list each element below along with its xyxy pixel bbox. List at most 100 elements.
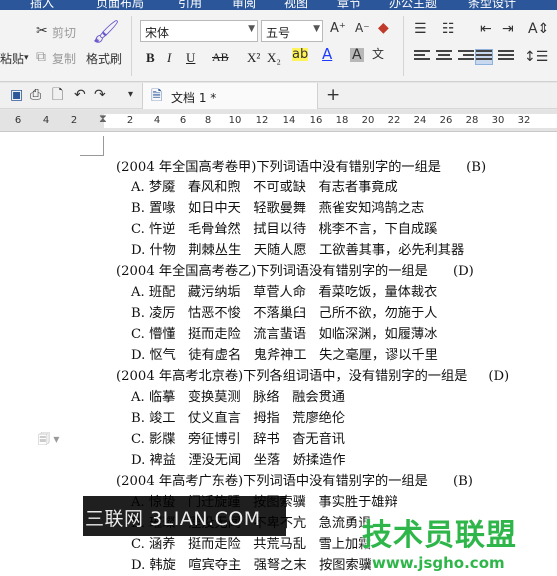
print-icon[interactable]: ⎙ — [30, 88, 41, 102]
font-color-icon[interactable]: A — [322, 47, 332, 62]
decrease-indent-icon[interactable]: ⇤ — [480, 22, 492, 36]
option-line: C. 忤逆 毛骨耸然 拭目以待 桃李不言，下自成蹊 — [131, 222, 438, 237]
ruler-tick: 8 — [204, 115, 212, 126]
ruler-tick: 12 — [255, 115, 269, 126]
option-line: A. 班配 藏污纳垢 草菅人命 看菜吃饭，量体裁衣 — [131, 285, 438, 300]
print-preview-icon[interactable]: 🗋 — [52, 88, 63, 102]
phonetic-guide-icon[interactable]: 文 — [372, 48, 384, 60]
redo-icon[interactable]: ↷ — [94, 88, 106, 102]
chevron-down-icon: ▼ — [248, 24, 255, 34]
shrink-font-icon[interactable]: A⁻ — [355, 22, 370, 34]
indent-marker-icon[interactable]: ⧗ — [99, 113, 107, 124]
option-line: C. 懵懂 挺而走险 流言蜚语 如临深渊，如履薄冰 — [131, 327, 438, 342]
bold-button[interactable]: B — [146, 50, 155, 66]
tab-references[interactable]: 引用 — [178, 0, 202, 10]
option-line: D. 什物 荆棘丛生 天随人愿 工欲善其事，必先利其器 — [131, 243, 465, 258]
ruler-tick: 18 — [335, 115, 349, 126]
ruler-tick: 4 — [42, 115, 50, 126]
copy-icon[interactable]: ⧉ — [36, 50, 46, 64]
line-spacing-icon[interactable]: ↕☰ — [524, 50, 548, 64]
option-line: B. 竣工 仗义直言 拇指 荒廖绝伦 — [131, 411, 346, 426]
font-size-value: 五号 — [266, 26, 291, 40]
tab-design[interactable]: 条型设计 — [468, 0, 516, 10]
ruler-tick: 10 — [228, 115, 242, 126]
ruler-tick: 14 — [282, 115, 296, 126]
ruler-tick: 2 — [70, 115, 78, 126]
scissors-icon[interactable]: ✂ — [36, 24, 48, 38]
justify-icon[interactable] — [475, 49, 493, 65]
char-shading-icon[interactable]: A — [350, 48, 364, 62]
question-line: (2004 年高考广东卷)下列词语中没有错别字的一组是 (B) — [116, 474, 473, 489]
chevron-down-icon[interactable]: ▾ — [24, 54, 29, 63]
watermark-title: 技术员联盟 — [362, 518, 517, 553]
tab-insert[interactable]: 插入 — [30, 0, 54, 10]
horizontal-ruler[interactable]: ⧗ 6 4 2 2 4 6 8 10 12 14 16 18 20 22 24 … — [0, 110, 557, 132]
ruler-tick: 6 — [179, 115, 187, 126]
watermark-url: www.jsgho.com — [372, 554, 505, 572]
option-line: B. 置喙 如日中天 轻歌曼舞 燕雀安知鸿鹄之志 — [131, 201, 425, 216]
underline-button[interactable]: U — [186, 50, 195, 66]
ruler-tick: 30 — [491, 115, 505, 126]
ruler-tick: 6 — [14, 115, 22, 126]
ruler-tick: 24 — [413, 115, 427, 126]
margin-corner-mark — [80, 136, 104, 156]
grow-font-icon[interactable]: A⁺ — [330, 22, 346, 35]
tab-document[interactable]: 🗎 文档 1 * — [142, 83, 318, 109]
cut-button[interactable]: 剪切 — [52, 24, 76, 41]
tab-office-theme[interactable]: 办公主题 — [389, 0, 437, 10]
option-line: C. 影牒 旁征博引 辞书 杳无音讯 — [131, 432, 345, 447]
distribute-icon[interactable] — [498, 50, 514, 64]
question-line: (2004 年全国高考卷乙)下列词语没有错别字的一组是 (D) — [116, 264, 474, 279]
strikethrough-button[interactable]: AB — [212, 50, 229, 65]
divider — [131, 16, 132, 76]
font-name-select[interactable]: 宋体 ▼ — [140, 20, 258, 42]
document-tab-title: 文档 1 * — [171, 91, 217, 105]
format-painter-button[interactable]: 格式刷 — [86, 50, 122, 67]
divider — [403, 16, 404, 76]
align-right-icon[interactable] — [458, 50, 474, 64]
tab-sections[interactable]: 章节 — [337, 0, 361, 10]
option-line: D. 裨益 湮没无闻 坐落 娇揉造作 — [131, 453, 346, 468]
undo-icon[interactable]: ↶ — [74, 88, 86, 102]
numbered-list-icon[interactable]: ☷ — [442, 22, 455, 36]
option-line: A. 梦魇 春风和煦 不可或缺 有志者事竟成 — [131, 180, 398, 195]
chinese-layout-icon[interactable]: A⇕ — [528, 22, 549, 36]
ruler-tick: 28 — [465, 115, 479, 126]
watermark-jsgho: 技术员联盟 www.jsgho.com — [362, 510, 522, 572]
brush-icon[interactable]: 🖌 — [92, 22, 120, 44]
save-icon[interactable]: ▣ — [10, 88, 23, 102]
quick-access-bar: ▣ ⎙ 🗋 ↶ ↷ ▾ 🗎 文档 1 * + — [0, 83, 557, 109]
clear-format-icon[interactable]: ◆ — [378, 21, 389, 35]
increase-indent-icon[interactable]: ⇥ — [502, 22, 514, 36]
option-line: C. 涵养 挺而走险 共荒马乱 雪上加霜 — [131, 537, 372, 552]
tab-review[interactable]: 审阅 — [232, 0, 256, 10]
ruler-text-area — [104, 114, 557, 128]
question-line: (2004 年高考北京卷)下列各组词语中，没有错别字的一组是 (D) — [116, 369, 510, 384]
paragraph-layout-icon[interactable]: 🗐 ▾ — [38, 430, 59, 451]
paste-button[interactable]: 粘贴 — [0, 50, 24, 67]
highlight-icon[interactable]: ab — [292, 48, 309, 61]
align-center-icon[interactable] — [436, 50, 452, 64]
bullet-list-icon[interactable]: ☰ — [414, 22, 427, 36]
option-line: D. 韩旋 喧宾夺主 强弩之末 按图索骥 — [131, 558, 372, 573]
ruler-tick: 22 — [387, 115, 401, 126]
ruler-tick: 32 — [517, 115, 531, 126]
font-name-value: 宋体 — [145, 26, 170, 40]
ruler-tick: 26 — [439, 115, 453, 126]
copy-button[interactable]: 复制 — [52, 50, 76, 67]
font-size-select[interactable]: 五号 ▼ — [261, 20, 323, 42]
ribbon-tab-strip: 插入 页面布局 引用 审阅 视图 章节 办公主题 条型设计 — [0, 0, 557, 10]
italic-button[interactable]: I — [167, 50, 171, 66]
watermark-3lian: 三联网 3LIAN.COM — [83, 496, 286, 536]
option-line: D. 怄气 徒有虚名 鬼斧神工 失之毫厘，谬以千里 — [131, 348, 438, 363]
tab-view[interactable]: 视图 — [284, 0, 308, 10]
ruler-tick: 2 — [126, 115, 134, 126]
tab-page-layout[interactable]: 页面布局 — [96, 0, 144, 10]
option-line: A. 临摹 变换莫测 脉络 融会贯通 — [131, 390, 345, 405]
align-left-icon[interactable] — [414, 50, 430, 64]
subscript-button[interactable]: X₂ — [267, 50, 281, 66]
customize-qat-icon[interactable]: ▾ — [128, 90, 133, 100]
new-tab-button[interactable]: + — [326, 87, 340, 104]
superscript-button[interactable]: X² — [247, 50, 260, 66]
question-line: (2004 年全国高考卷甲)下列词语中没有错别字的一组是 (B) — [116, 160, 487, 175]
